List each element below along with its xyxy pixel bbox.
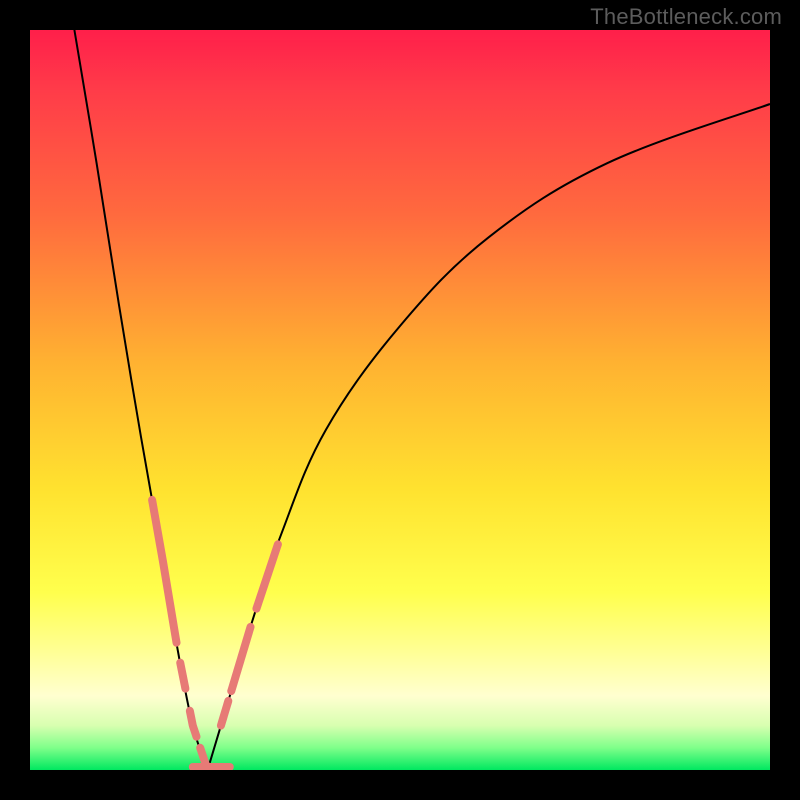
accent-segment: [190, 711, 197, 737]
watermark-text: TheBottleneck.com: [590, 4, 782, 30]
accent-segment: [152, 500, 176, 643]
left-branch-curve: [74, 30, 207, 770]
accent-group: [152, 500, 278, 767]
right-branch-curve: [208, 104, 770, 770]
accent-segment: [180, 663, 185, 689]
accent-segment: [200, 748, 206, 766]
accent-segment: [221, 701, 228, 726]
curve-layer: [30, 30, 770, 770]
chart-frame: TheBottleneck.com: [0, 0, 800, 800]
accent-segment: [231, 627, 250, 691]
accent-segment: [256, 544, 277, 608]
plot-area: [30, 30, 770, 770]
